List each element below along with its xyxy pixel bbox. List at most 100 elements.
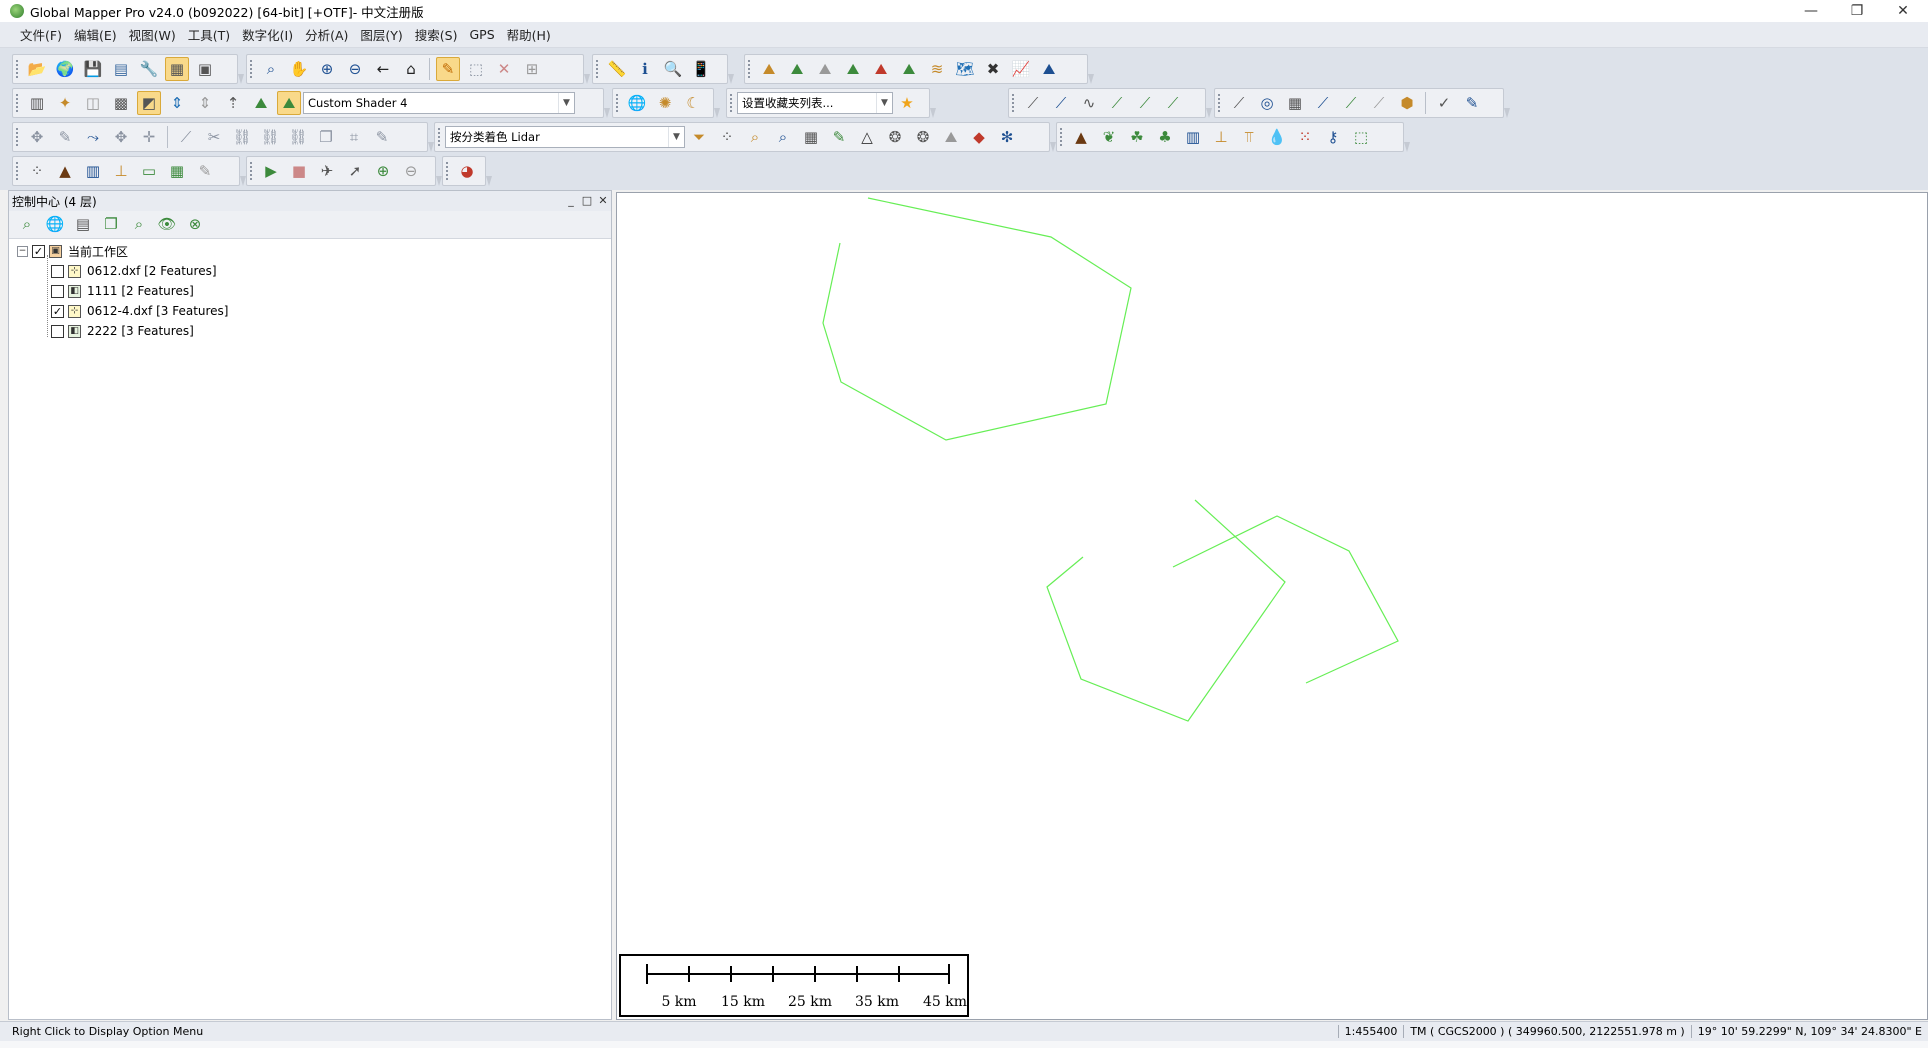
layer-globe-icon[interactable]: 🌐 bbox=[43, 213, 67, 237]
3d-view-icon[interactable]: ▩ bbox=[109, 91, 133, 115]
terrain-icon[interactable]: ⛰ bbox=[757, 57, 781, 81]
layer-find-icon[interactable]: ⌕ bbox=[127, 213, 151, 237]
favorite-star-icon[interactable]: ★ bbox=[895, 91, 919, 115]
grid-3d-icon[interactable]: ▦ bbox=[165, 159, 189, 183]
join-line-icon[interactable]: ⟋ bbox=[1133, 91, 1157, 115]
layer-checkbox[interactable] bbox=[51, 324, 64, 338]
tree-icon[interactable]: ♣ bbox=[1153, 125, 1177, 149]
panel-close-button[interactable]: ✕ bbox=[595, 192, 611, 209]
chain-split-icon[interactable]: ⛓ bbox=[258, 125, 282, 149]
home-icon[interactable]: ⌂ bbox=[399, 57, 423, 81]
line-tool-icon[interactable]: ⟋ bbox=[174, 125, 198, 149]
measure-grid-icon[interactable]: ⊞ bbox=[520, 57, 544, 81]
pie-chart-icon[interactable]: ◕ bbox=[455, 159, 479, 183]
measure-line-icon[interactable]: ⟋ bbox=[1227, 91, 1251, 115]
building-icon[interactable]: ▥ bbox=[1181, 125, 1205, 149]
find-icon[interactable]: 🔍 bbox=[661, 57, 685, 81]
layer-row[interactable]: ⊹ 0612.dxf [2 Features] bbox=[9, 261, 611, 281]
pan-hand-icon[interactable]: ✋ bbox=[287, 57, 311, 81]
cloud-icon[interactable]: ❂ bbox=[883, 125, 907, 149]
globe-icon[interactable]: 🌍 bbox=[53, 57, 77, 81]
menu-help[interactable]: 帮助(H) bbox=[501, 25, 557, 44]
target-icon[interactable]: ◎ bbox=[1255, 91, 1279, 115]
satellite-icon[interactable]: ✖ bbox=[981, 57, 1005, 81]
lidar-search-icon[interactable]: ⌕ bbox=[743, 125, 767, 149]
layer-remove-icon[interactable]: ⊗ bbox=[183, 213, 207, 237]
filter-icon[interactable]: ⏷ bbox=[687, 125, 711, 149]
layer-zoom-icon[interactable]: ⌕ bbox=[15, 213, 39, 237]
viewshed-icon[interactable]: ⛰ bbox=[869, 57, 893, 81]
layer-row[interactable]: ✓ ⊹ 0612-4.dxf [3 Features] bbox=[9, 301, 611, 321]
brush-icon[interactable]: ⟋ bbox=[1367, 91, 1391, 115]
grid-hatch-icon[interactable]: ▦ bbox=[799, 125, 823, 149]
menu-layer[interactable]: 图层(Y) bbox=[354, 25, 408, 44]
key-icon[interactable]: ⚷ bbox=[1321, 125, 1345, 149]
grid-ruler-icon[interactable]: ▦ bbox=[1283, 91, 1307, 115]
city-icon[interactable]: ▥ bbox=[81, 159, 105, 183]
watershed-icon[interactable]: ⛰ bbox=[897, 57, 921, 81]
pencil-line-icon[interactable]: ✎ bbox=[370, 125, 394, 149]
select-rect-icon[interactable]: ⬚ bbox=[464, 57, 488, 81]
check-line-icon[interactable]: ✓ bbox=[1432, 91, 1456, 115]
feature-polygon-southeast[interactable] bbox=[1172, 515, 1399, 684]
shader-mountain-icon[interactable]: ⛰ bbox=[277, 91, 301, 115]
tower-icon[interactable]: ⊥ bbox=[109, 159, 133, 183]
select-points-icon[interactable]: ⬚ bbox=[1349, 125, 1373, 149]
ruler-icon[interactable]: 📏 bbox=[605, 57, 629, 81]
move-vertex-icon[interactable]: ✥ bbox=[109, 125, 133, 149]
pole-icon[interactable]: ⊥ bbox=[1209, 125, 1233, 149]
info-icon[interactable]: ℹ bbox=[633, 57, 657, 81]
point-cloud-icon[interactable]: ⁘ bbox=[25, 159, 49, 183]
feature-polygon-southwest[interactable] bbox=[1046, 499, 1286, 722]
chart-icon[interactable]: 📈 bbox=[1009, 57, 1033, 81]
wrench-icon[interactable]: 🔧 bbox=[137, 57, 161, 81]
peak-icon[interactable]: ⛰ bbox=[249, 91, 273, 115]
workspace-node[interactable]: − ✓ ▣ 当前工作区 bbox=[9, 241, 611, 261]
hillshade-icon[interactable]: ⇡ bbox=[221, 91, 245, 115]
powerline-icon[interactable]: ⫪ bbox=[1237, 125, 1261, 149]
mountain-icon[interactable]: ▲ bbox=[53, 159, 77, 183]
close-window-button[interactable]: ✕ bbox=[1880, 0, 1926, 22]
vertical-scale-icon[interactable]: ⇕ bbox=[193, 91, 217, 115]
map-view[interactable]: 5 km 15 km 25 km 35 km 45 km bbox=[616, 192, 1928, 1020]
zoom-out-icon[interactable]: ⊖ bbox=[343, 57, 367, 81]
control-center-icon[interactable]: ▦ bbox=[165, 57, 189, 81]
layout-icon[interactable]: ▥ bbox=[25, 91, 49, 115]
zoom-box-icon[interactable]: ⌕ bbox=[259, 57, 283, 81]
smooth-line-icon[interactable]: ∿ bbox=[1077, 91, 1101, 115]
menu-analysis[interactable]: 分析(A) bbox=[299, 25, 354, 44]
user-terrain-icon[interactable]: ⛰ bbox=[1037, 57, 1061, 81]
zoom-in-icon[interactable]: ⊕ bbox=[315, 57, 339, 81]
split-line-icon[interactable]: ⟋ bbox=[1105, 91, 1129, 115]
water-level-icon[interactable]: ⇕ bbox=[165, 91, 189, 115]
delete-feature-icon[interactable]: ✕ bbox=[492, 57, 516, 81]
menu-digitize[interactable]: 数字化(I) bbox=[236, 25, 299, 44]
edit-attr-icon[interactable]: ✎ bbox=[1460, 91, 1484, 115]
layer-row[interactable]: ◧ 2222 [3 Features] bbox=[9, 321, 611, 341]
menu-search[interactable]: 搜索(S) bbox=[409, 25, 464, 44]
menu-file[interactable]: 文件(F) bbox=[14, 25, 68, 44]
workspace-icon[interactable]: ▤ bbox=[109, 57, 133, 81]
brush-3d-icon[interactable]: ✎ bbox=[193, 159, 217, 183]
moon-icon[interactable]: ☾ bbox=[681, 91, 705, 115]
device-icon[interactable]: 📱 bbox=[689, 57, 713, 81]
layer-checkbox[interactable] bbox=[51, 284, 64, 298]
shader-select[interactable]: Custom Shader 4 ▼ bbox=[303, 92, 575, 114]
layer-checkbox[interactable]: ✓ bbox=[51, 304, 64, 318]
chain-icon[interactable]: ⛓ bbox=[230, 125, 254, 149]
mesh-icon[interactable]: ⛰ bbox=[939, 125, 963, 149]
stop-icon[interactable]: ■ bbox=[287, 159, 311, 183]
bush-icon[interactable]: ☘ bbox=[1125, 125, 1149, 149]
menu-view[interactable]: 视图(W) bbox=[123, 25, 182, 44]
cross-icon[interactable]: ✛ bbox=[137, 125, 161, 149]
vertex-line-icon[interactable]: ⟋ bbox=[1021, 91, 1045, 115]
edit-vertex-icon[interactable]: ✎ bbox=[53, 125, 77, 149]
elevation-icon[interactable]: ⛰ bbox=[785, 57, 809, 81]
restore-button[interactable]: ❐ bbox=[1834, 0, 1880, 22]
split-view-icon[interactable]: ◫ bbox=[81, 91, 105, 115]
layer-checkbox[interactable] bbox=[51, 264, 64, 278]
attribute-table-icon[interactable]: ▤ bbox=[71, 213, 95, 237]
menu-edit[interactable]: 编辑(E) bbox=[68, 25, 123, 44]
layer-visibility-icon[interactable]: 👁 bbox=[155, 213, 179, 237]
move-icon[interactable]: ✥ bbox=[25, 125, 49, 149]
